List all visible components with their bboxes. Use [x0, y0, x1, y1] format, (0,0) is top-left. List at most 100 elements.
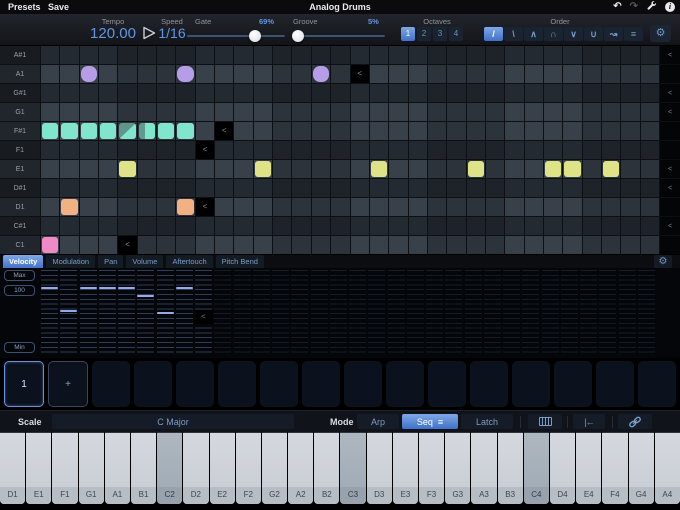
- velocity-bar-column[interactable]: [580, 270, 597, 354]
- step-cell[interactable]: [80, 84, 98, 102]
- velocity-bar-column[interactable]: [349, 270, 366, 354]
- step-cell[interactable]: [41, 179, 59, 197]
- step-cell[interactable]: [273, 141, 291, 159]
- step-cell[interactable]: [41, 141, 59, 159]
- step-cell[interactable]: [138, 46, 156, 64]
- step-cell[interactable]: [563, 84, 581, 102]
- step-cell[interactable]: [389, 198, 407, 216]
- piano-key-D4[interactable]: D4: [550, 432, 575, 504]
- velocity-bar-column[interactable]: [388, 270, 405, 354]
- piano-key-A2[interactable]: A2: [288, 432, 313, 504]
- velocity-bar-column[interactable]: [407, 270, 424, 354]
- step-cell[interactable]: [60, 65, 78, 83]
- step-cell[interactable]: [312, 65, 330, 83]
- step-cell[interactable]: [621, 103, 639, 121]
- step-cell[interactable]: [215, 160, 233, 178]
- step-cell[interactable]: [370, 217, 388, 235]
- link-button[interactable]: [618, 414, 652, 429]
- step-cell[interactable]: [467, 65, 485, 83]
- step-cell[interactable]: [331, 65, 349, 83]
- step-cell[interactable]: [176, 217, 194, 235]
- step-cell[interactable]: [292, 236, 310, 254]
- step-cell[interactable]: [602, 103, 620, 121]
- groove-slider-thumb[interactable]: [292, 30, 304, 42]
- octave-3-button[interactable]: 3: [433, 27, 447, 41]
- step-cell[interactable]: [41, 46, 59, 64]
- velocity-bar-column[interactable]: [465, 270, 482, 354]
- step-cell[interactable]: [118, 84, 136, 102]
- piano-key-F1[interactable]: F1: [52, 432, 77, 504]
- step-cell[interactable]: [99, 141, 117, 159]
- order-up-down-incl-icon[interactable]: ∩: [544, 27, 563, 41]
- step-cell[interactable]: [641, 179, 659, 197]
- step-cell[interactable]: [312, 198, 330, 216]
- tab-pitch-bend[interactable]: Pitch Bend: [216, 255, 264, 268]
- step-cell[interactable]: [505, 103, 523, 121]
- pattern-slot-empty[interactable]: [554, 361, 592, 407]
- step-cell[interactable]: [563, 179, 581, 197]
- step-cell[interactable]: [234, 122, 252, 140]
- step-cell[interactable]: [292, 103, 310, 121]
- step-cell[interactable]: [176, 236, 194, 254]
- step-cell[interactable]: [389, 84, 407, 102]
- piano-key-E1[interactable]: E1: [26, 432, 51, 504]
- step-cell[interactable]: [409, 141, 427, 159]
- octave-1-button[interactable]: 1: [401, 27, 415, 41]
- step-cell[interactable]: [99, 160, 117, 178]
- step-cell[interactable]: [563, 236, 581, 254]
- velocity-bar-column[interactable]: [368, 270, 385, 354]
- step-cell[interactable]: [621, 217, 639, 235]
- step-cell[interactable]: [486, 236, 504, 254]
- piano-key-G4[interactable]: G4: [629, 432, 654, 504]
- step-cell[interactable]: [138, 65, 156, 83]
- step-cell[interactable]: [409, 103, 427, 121]
- step-cell[interactable]: [157, 141, 175, 159]
- step-cell[interactable]: [118, 179, 136, 197]
- piano-key-F4[interactable]: F4: [602, 432, 627, 504]
- step-cell[interactable]: [351, 122, 369, 140]
- step-cell[interactable]: [428, 236, 446, 254]
- step-cell[interactable]: [254, 179, 272, 197]
- piano-key-F2[interactable]: F2: [236, 432, 261, 504]
- step-cell[interactable]: [621, 236, 639, 254]
- tab-volume[interactable]: Volume: [126, 255, 163, 268]
- step-cell[interactable]: [621, 122, 639, 140]
- velocity-bar-column[interactable]: [176, 270, 193, 354]
- step-cell[interactable]: [118, 46, 136, 64]
- step-cell[interactable]: [409, 65, 427, 83]
- velocity-bar-column[interactable]: [291, 270, 308, 354]
- step-cell[interactable]: [41, 84, 59, 102]
- piano-key-E3[interactable]: E3: [393, 432, 418, 504]
- step-cell[interactable]: [118, 65, 136, 83]
- step-cell[interactable]: [196, 103, 214, 121]
- step-cell[interactable]: [99, 122, 117, 140]
- step-cell[interactable]: [641, 141, 659, 159]
- step-cell[interactable]: [312, 103, 330, 121]
- step-cell[interactable]: [525, 141, 543, 159]
- step-cell[interactable]: [80, 46, 98, 64]
- step-cell[interactable]: [602, 122, 620, 140]
- step-cell[interactable]: [641, 122, 659, 140]
- step-cell[interactable]: [138, 160, 156, 178]
- pattern-slot-empty[interactable]: [344, 361, 382, 407]
- keyboard-toggle-button[interactable]: [528, 414, 562, 429]
- step-cell[interactable]: [312, 217, 330, 235]
- step-cell[interactable]: [389, 122, 407, 140]
- step-cell[interactable]: [641, 217, 659, 235]
- step-cell[interactable]: [486, 217, 504, 235]
- info-icon[interactable]: i: [665, 2, 675, 12]
- velocity-bar-column[interactable]: [80, 270, 97, 354]
- step-cell[interactable]: [215, 236, 233, 254]
- step-cell[interactable]: [118, 103, 136, 121]
- step-cell[interactable]: [138, 122, 156, 140]
- piano-key-E4[interactable]: E4: [576, 432, 601, 504]
- step-cell[interactable]: [505, 122, 523, 140]
- gate-slider-thumb[interactable]: [249, 30, 261, 42]
- step-cell[interactable]: [563, 46, 581, 64]
- step-cell[interactable]: [234, 236, 252, 254]
- velocity-bar-column[interactable]: [253, 270, 270, 354]
- step-cell[interactable]: [138, 236, 156, 254]
- step-cell[interactable]: [99, 84, 117, 102]
- pattern-slot-empty[interactable]: [134, 361, 172, 407]
- step-cell[interactable]: [583, 179, 601, 197]
